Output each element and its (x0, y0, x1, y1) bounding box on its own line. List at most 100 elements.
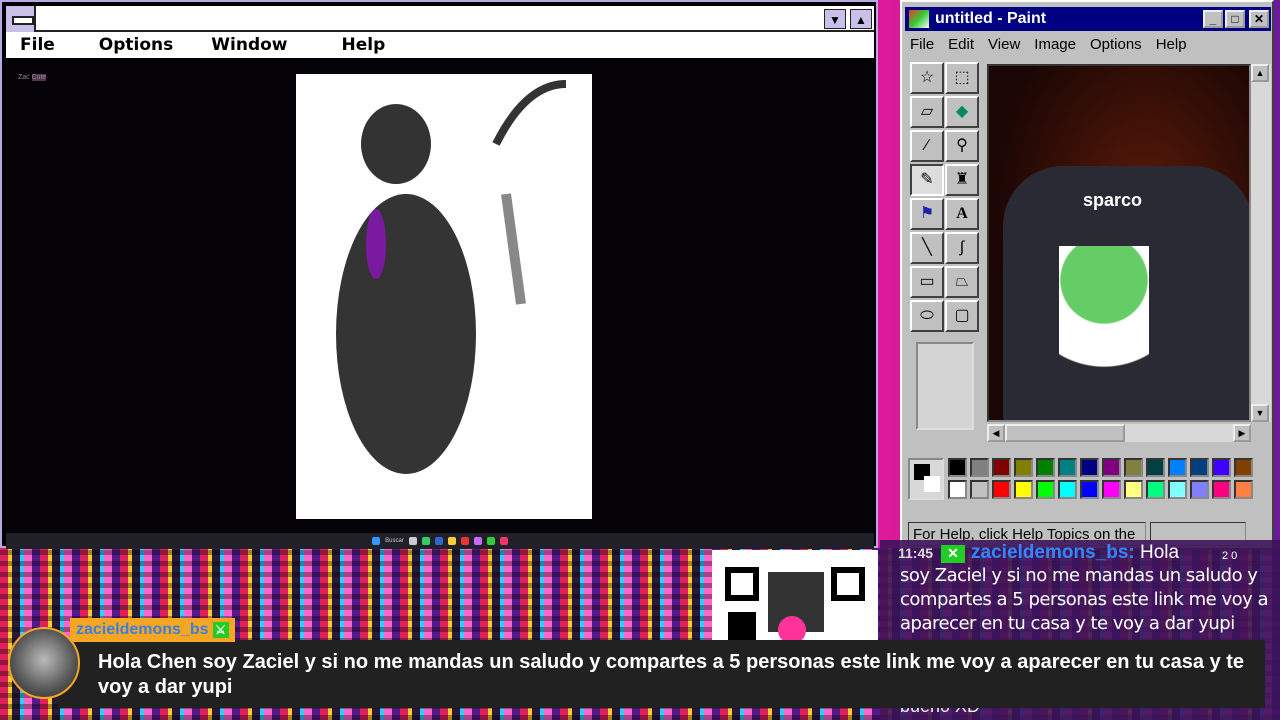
menu-view[interactable]: View (988, 36, 1020, 53)
app-icon[interactable] (486, 537, 495, 545)
legacy-window: ▼ ▲ File Options Window Help Zac Cute Bu… (0, 0, 878, 549)
color-swatch[interactable] (1146, 458, 1165, 477)
color-swatch[interactable] (1212, 480, 1231, 499)
close-button[interactable]: ✕ (1249, 10, 1269, 28)
paint-menu-bar: File Edit View Image Options Help (910, 36, 1187, 53)
free-select-icon[interactable]: ☆ (910, 62, 944, 94)
app-icon[interactable] (434, 537, 443, 545)
color-swatch[interactable] (1058, 480, 1077, 499)
badge-icon: ✕ (941, 545, 966, 563)
polygon-icon[interactable]: ⏢ (945, 266, 979, 298)
tool-options[interactable] (916, 342, 974, 430)
vtuber-avatar (1059, 246, 1149, 416)
window-title-bar[interactable]: ▼ ▲ (6, 6, 874, 32)
rectangle-icon[interactable]: ▭ (910, 266, 944, 298)
chat-username[interactable]: zacieldemons_bs: (971, 542, 1135, 563)
maximize-button[interactable]: □ (1225, 10, 1245, 28)
system-menu-button[interactable] (6, 6, 36, 32)
color-swatch[interactable] (1190, 458, 1209, 477)
airbrush-icon[interactable]: ⚑ (910, 198, 944, 230)
menu-help[interactable]: Help (1156, 36, 1187, 53)
color-swatch[interactable] (1080, 458, 1099, 477)
chair-logo: sparco (1083, 190, 1143, 210)
magnifier-icon[interactable]: ⚲ (945, 130, 979, 162)
curve-icon[interactable]: ∫ (945, 232, 979, 264)
scroll-down-button[interactable]: ▼ (1251, 404, 1269, 422)
minimize-button[interactable]: _ (1203, 10, 1223, 28)
menu-image[interactable]: Image (1034, 36, 1076, 53)
current-colors[interactable] (908, 458, 944, 500)
scroll-thumb[interactable] (1005, 424, 1125, 442)
creature-drawing (336, 80, 567, 474)
paint-title-bar[interactable]: untitled - Paint _ □ ✕ (905, 7, 1271, 31)
app-icon[interactable] (473, 537, 482, 545)
scroll-right-button[interactable]: ▶ (1233, 424, 1251, 442)
app-icon[interactable] (499, 537, 508, 545)
menu-file[interactable]: File (910, 36, 934, 53)
color-swatch[interactable] (992, 480, 1011, 499)
sword-badge-icon: ⚔ (212, 622, 229, 638)
color-swatch[interactable] (1124, 458, 1143, 477)
window-title: untitled - Paint (935, 10, 1047, 27)
horizontal-scrollbar[interactable]: ◀ ▶ (987, 424, 1251, 442)
chat-time: 11:45 (898, 545, 934, 561)
chat-first-word: Hola (1140, 542, 1180, 563)
color-palette (908, 458, 1253, 500)
app-icon[interactable] (408, 537, 417, 545)
color-swatch[interactable] (1124, 480, 1143, 499)
color-swatch[interactable] (1036, 458, 1055, 477)
scroll-left-button[interactable]: ◀ (987, 424, 1005, 442)
color-swatch[interactable] (970, 458, 989, 477)
color-swatch[interactable] (992, 458, 1011, 477)
highlighted-message: Hola Chen soy Zaciel y si no me mandas u… (58, 640, 1265, 708)
rounded-rect-icon[interactable]: ▢ (945, 300, 979, 332)
username-text: zacieldemons_bs (76, 621, 209, 638)
fill-bucket-icon[interactable]: ◆ (945, 96, 979, 128)
brush-icon[interactable]: ♜ (945, 164, 979, 196)
color-swatch[interactable] (948, 480, 967, 499)
color-swatch[interactable] (1080, 480, 1099, 499)
color-swatch[interactable] (1014, 480, 1033, 499)
color-swatch[interactable] (1168, 458, 1187, 477)
pencil-icon[interactable]: ✎ (910, 164, 944, 196)
app-icon[interactable] (421, 537, 430, 545)
color-swatch[interactable] (948, 458, 967, 477)
color-swatch[interactable] (1058, 458, 1077, 477)
chat-message: soy Zaciel y si no me mandas un saludo y… (900, 565, 1269, 634)
color-picker-icon[interactable]: ⁄ (910, 130, 944, 162)
color-swatch[interactable] (1102, 458, 1121, 477)
taskbar-search[interactable]: Buscar (385, 538, 404, 544)
color-swatch[interactable] (1234, 480, 1253, 499)
paint-canvas[interactable]: sparco (987, 64, 1251, 422)
eraser-icon[interactable]: ▱ (910, 96, 944, 128)
viewer-counts: 2 0 (1222, 550, 1238, 562)
menu-file[interactable]: File (6, 35, 69, 55)
ellipse-icon[interactable]: ⬭ (910, 300, 944, 332)
color-swatch[interactable] (970, 480, 989, 499)
menu-options[interactable]: Options (1090, 36, 1142, 53)
app-icon[interactable] (447, 537, 456, 545)
text-icon[interactable]: A (945, 198, 979, 230)
menu-help[interactable]: Help (302, 35, 400, 55)
color-swatch[interactable] (1102, 480, 1121, 499)
maximize-button[interactable]: ▲ (850, 9, 872, 29)
color-swatch[interactable] (1190, 480, 1209, 499)
vertical-scrollbar[interactable]: ▲ ▼ (1251, 64, 1271, 422)
taskbar: Buscar (6, 533, 874, 549)
menu-options[interactable]: Options (69, 35, 187, 55)
color-swatch[interactable] (1212, 458, 1231, 477)
line-icon[interactable]: ╲ (910, 232, 944, 264)
rect-select-icon[interactable]: ⬚ (945, 62, 979, 94)
minimize-button[interactable]: ▼ (824, 9, 846, 29)
paint-window: untitled - Paint _ □ ✕ File Edit View Im… (900, 0, 1274, 550)
app-icon[interactable] (460, 537, 469, 545)
color-swatch[interactable] (1014, 458, 1033, 477)
color-swatch[interactable] (1036, 480, 1055, 499)
color-swatch[interactable] (1168, 480, 1187, 499)
menu-edit[interactable]: Edit (948, 36, 974, 53)
color-swatch[interactable] (1146, 480, 1165, 499)
menu-window[interactable]: Window (187, 35, 301, 55)
scroll-up-button[interactable]: ▲ (1251, 64, 1269, 82)
start-icon[interactable] (372, 537, 381, 545)
color-swatch[interactable] (1234, 458, 1253, 477)
